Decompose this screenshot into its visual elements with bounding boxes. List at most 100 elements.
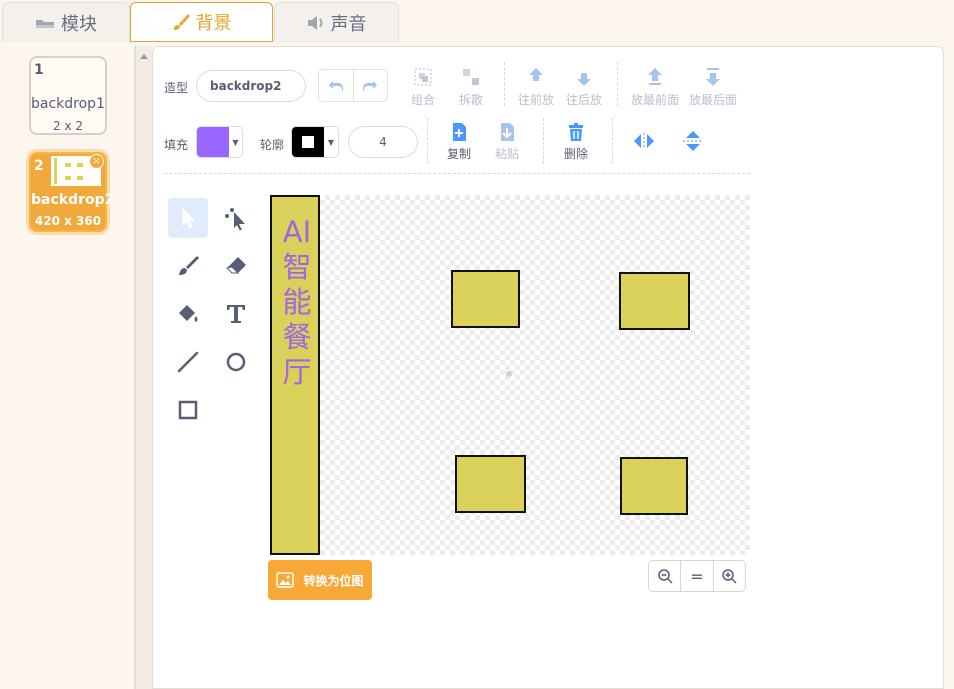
image-icon xyxy=(276,572,295,588)
flip-vertical-button[interactable] xyxy=(682,130,704,156)
send-to-back-button[interactable]: 放最后面 xyxy=(684,66,742,108)
copy-icon xyxy=(453,123,466,141)
title-banner-shape[interactable]: AI 智 能 餐 厅 xyxy=(270,195,320,555)
undo-icon xyxy=(328,80,343,91)
ungroup-icon xyxy=(463,69,479,85)
convert-label: 转换为位图 xyxy=(303,573,364,588)
reshape-icon xyxy=(225,208,245,230)
tab-sounds-label: 声音 xyxy=(330,13,367,35)
divider xyxy=(612,118,613,164)
banner-text: AI 智 能 餐 厅 xyxy=(282,215,312,389)
trash-icon xyxy=(569,123,583,141)
backdrop-item-2[interactable]: 2 × backdrop2 420 x 360 xyxy=(29,152,115,232)
eraser-icon xyxy=(225,257,246,274)
backdrop-number: 2 xyxy=(34,158,44,174)
backdrop-name: backdrop2 xyxy=(31,192,115,208)
backdrop-item-1[interactable]: 1 backdrop1 2 x 2 xyxy=(29,56,107,135)
flip-horizontal-icon xyxy=(634,133,654,149)
text-icon xyxy=(227,305,245,323)
table-shape[interactable] xyxy=(455,455,526,513)
delete-backdrop-icon[interactable]: × xyxy=(89,154,104,169)
paste-label: 粘贴 xyxy=(494,147,519,161)
drawing-canvas[interactable]: AI 智 能 餐 厅 xyxy=(270,195,750,555)
paste-button[interactable]: 粘贴 xyxy=(485,122,529,162)
backward-label: 往后放 xyxy=(565,93,602,107)
brush-tool[interactable] xyxy=(168,246,208,286)
toolbar-divider xyxy=(164,173,750,174)
zoom-in-icon xyxy=(722,569,737,584)
scroll-up-icon[interactable] xyxy=(140,54,148,59)
outline-width-input[interactable]: 4 xyxy=(348,126,418,158)
divider xyxy=(427,118,428,164)
table-shape[interactable] xyxy=(620,457,688,515)
divider xyxy=(504,62,505,106)
paste-icon xyxy=(501,123,514,141)
delete-button[interactable]: 删除 xyxy=(554,122,598,162)
tab-bar: 模块 背景 声音 xyxy=(0,0,400,44)
tab-code[interactable]: 模块 xyxy=(2,2,130,42)
costume-label: 造型 xyxy=(164,81,189,95)
backward-button[interactable]: 往后放 xyxy=(562,66,606,108)
eraser-tool[interactable] xyxy=(216,246,256,286)
backdrop-size: 420 x 360 xyxy=(34,214,102,228)
line-tool[interactable] xyxy=(168,342,208,382)
outline-color-picker[interactable]: ▼ xyxy=(291,126,339,158)
zoom-out-button[interactable] xyxy=(649,561,682,591)
undo-redo-group xyxy=(318,69,388,102)
paintbrush-icon xyxy=(179,256,199,275)
chevron-down-icon: ▼ xyxy=(327,137,335,147)
table-shape[interactable] xyxy=(619,272,690,330)
outline-label: 轮廓 xyxy=(260,138,285,152)
tab-backdrops-label: 背景 xyxy=(195,13,232,34)
convert-to-bitmap-button[interactable]: 转换为位图 xyxy=(268,560,372,600)
circle-tool[interactable] xyxy=(216,342,256,382)
copy-button[interactable]: 复制 xyxy=(437,122,481,162)
zoom-out-icon xyxy=(657,569,673,584)
forward-label: 往前放 xyxy=(517,93,554,107)
redo-button[interactable] xyxy=(354,70,388,101)
speaker-icon xyxy=(307,15,322,30)
group-button[interactable]: 组合 xyxy=(401,66,445,108)
bring-front-label: 放最前面 xyxy=(630,93,679,107)
text-tool[interactable] xyxy=(216,294,256,334)
blocks-icon xyxy=(36,19,54,28)
arrow-up-icon xyxy=(529,68,543,81)
flip-horizontal-button[interactable] xyxy=(633,132,655,154)
send-back-icon xyxy=(706,68,720,86)
table-shape[interactable] xyxy=(451,270,520,328)
paint-bucket-icon xyxy=(179,305,198,322)
bring-to-front-button[interactable]: 放最前面 xyxy=(626,66,684,108)
forward-button[interactable]: 往前放 xyxy=(514,66,558,108)
fill-color-swatch xyxy=(197,127,229,157)
zoom-controls: = xyxy=(648,560,746,592)
backdrop-list: 1 backdrop1 2 x 2 2 × backdrop2 420 x 36… xyxy=(0,46,135,689)
ungroup-button[interactable]: 拆散 xyxy=(449,66,493,108)
bring-front-icon xyxy=(648,68,662,85)
backdrop-name: backdrop1 xyxy=(31,96,105,112)
tab-sounds[interactable]: 声音 xyxy=(274,2,399,42)
backdrop-list-scrollbar[interactable] xyxy=(135,46,152,689)
select-tool[interactable] xyxy=(168,198,208,238)
chevron-down-icon: ▼ xyxy=(232,137,239,147)
fill-tool[interactable] xyxy=(168,294,208,334)
brush-icon xyxy=(173,14,190,30)
group-label: 组合 xyxy=(410,93,435,107)
tab-code-label: 模块 xyxy=(61,13,97,35)
group-icon xyxy=(414,68,432,86)
tab-backdrops[interactable]: 背景 xyxy=(130,2,273,42)
rectangle-tool[interactable] xyxy=(168,390,208,430)
fill-color-picker[interactable]: ▼ xyxy=(196,126,243,158)
undo-button[interactable] xyxy=(319,70,354,101)
divider xyxy=(617,62,618,106)
backdrop-number: 1 xyxy=(34,62,44,78)
square-icon xyxy=(178,400,198,420)
costume-name-input[interactable]: backdrop2 xyxy=(196,70,306,102)
zoom-in-button[interactable] xyxy=(714,561,745,591)
zoom-reset-button[interactable]: = xyxy=(681,561,714,591)
line-icon xyxy=(177,351,199,373)
copy-label: 复制 xyxy=(446,147,471,161)
reshape-tool[interactable] xyxy=(216,198,256,238)
circle-icon xyxy=(226,352,246,372)
backdrop-size: 2 x 2 xyxy=(53,119,83,133)
flip-vertical-icon xyxy=(683,131,703,151)
